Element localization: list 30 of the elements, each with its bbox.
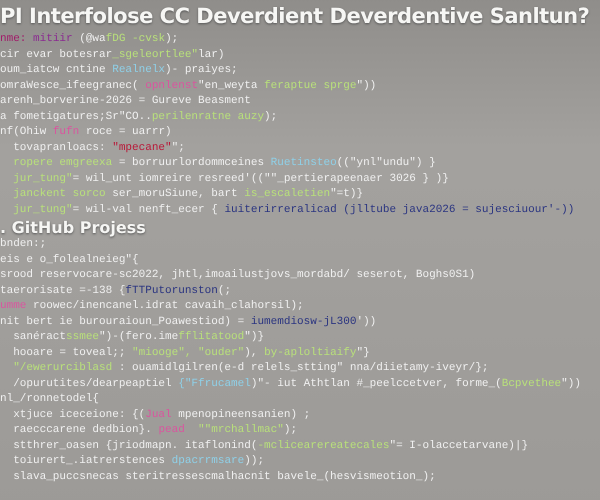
code-line: sanéractssmee")-(fero.imefflitatood")} bbox=[12, 331, 264, 343]
code-line: xtjuce iceceione: {(Jual mpenopineensanien) ; bbox=[12, 408, 310, 420]
code-line: janckent sorco ser_moruSiune, bart is_escaletien"=t)} bbox=[12, 188, 364, 200]
code-line: hooare = toveal;; "miooge", "ouder"), by-aploltiaify"} bbox=[12, 346, 370, 358]
code-line: toiurert_.iatrerstences dpacrrmsare)); bbox=[12, 455, 264, 467]
code-line: taerorisate =-138 {fTTPutorunston(; bbox=[0, 284, 232, 296]
code-line: omraWesce_ifeegranec( opnlenst"en_weyta feraptue sprge")) bbox=[0, 80, 376, 92]
code-line: slava_puccsnecas steritressescmalhacnit bavele_(hesvismeotion_); bbox=[12, 470, 436, 482]
code-line: bnden:; bbox=[0, 238, 46, 250]
code-line: nme: mitiir (@wafDG -cvsk); bbox=[0, 33, 178, 45]
code-line: cir evar botesrar_sgeleortlee"lar) bbox=[0, 48, 224, 60]
code-line: eis e o_folealneieg"{ bbox=[0, 254, 139, 266]
code-line: stthrer_oasen {jriodmapn. itaflonind(-mclicearereatecales"= I-olaccetarvane)|} bbox=[12, 440, 528, 452]
code-line: jur_tung"= wil_unt iomreire resreed'((""_pertierapeenaer 3026 } )} bbox=[12, 172, 449, 184]
code-line: arenh_borverine-2026 = Gureve Beasment bbox=[0, 95, 251, 107]
code-line: "/ewerurciblasd : ouamidlgilren(e-d relels_stting" nna/diietamy-iveyr/}; bbox=[12, 362, 488, 374]
code-line: a fometigatures;Sr"CO..perilenratne auzy); bbox=[0, 110, 278, 122]
code-line: /opurutites/dearpeaptiel {"Ffrucamel)"- iut Athtlan #_peelccetver, forme_(Bcpvethee")) bbox=[12, 378, 581, 390]
code-line: srood reservocare-sc2022, jhtl,imoailustjovs_mordabd/ seserot, Boghs0S1) bbox=[0, 269, 476, 281]
code-line: nit bert ie burouraioun_Poawestiod) = iumemdiosw-jL300')) bbox=[0, 316, 376, 328]
code-line: umme roowec/inencanel.idrat cavaih_clahorsil); bbox=[0, 300, 304, 312]
code-line: nl_/ronnetodel{ bbox=[0, 393, 100, 405]
code-line: ropere emgreexa = borruurlordommceines Ruetinsteo(("ynl"undu") } bbox=[12, 157, 436, 169]
page-title: PI Interfolose CC Deverdient Deverdentive Sanltun? bbox=[0, 4, 590, 28]
code-line: jur_tung"= wil-val nenft_ecer { iuiterirreralicad (jlltube java2026 = sujesciuour'-)) bbox=[12, 204, 574, 216]
code-line: oum_iatcw cntine Realnelx)- praiyes; bbox=[0, 64, 238, 76]
code-line: tovapranloacs: "mpecane""; bbox=[12, 142, 185, 154]
code-line: nf(Ohiw fufn roce = uarrr) bbox=[0, 126, 172, 138]
section-heading: . GitHub Projess bbox=[0, 218, 147, 237]
code-line: raecccarene dedbion}. pead ""mrchallmac"); bbox=[12, 424, 298, 436]
